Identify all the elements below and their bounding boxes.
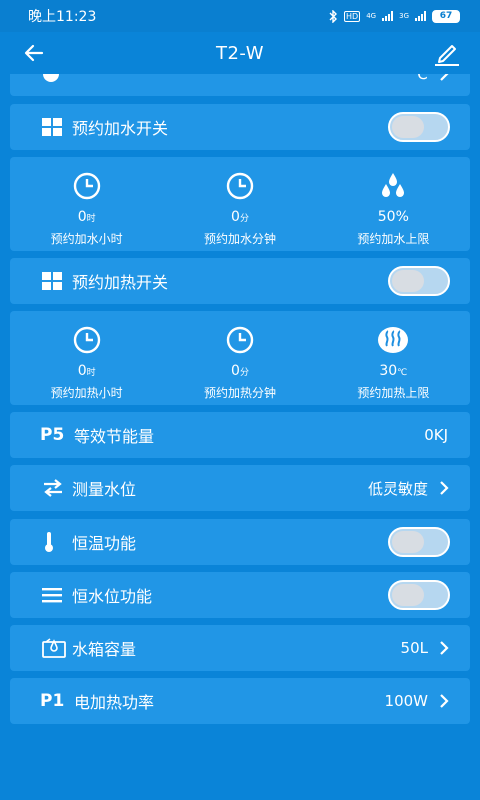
grid-icon [42,272,68,290]
status-icons: HD 4G 3G 67 [329,9,460,23]
tank-icon [42,638,68,658]
battery-indicator: 67 [432,9,460,23]
tank-capacity-value: 50L [400,639,428,657]
stat-unit: ℃ [397,368,408,378]
stat-caption: 预约加水上限 [357,232,430,246]
partial-row-value: ℃ [411,74,428,83]
stat-caption: 预约加水小时 [50,232,123,246]
water-level-value: 低灵敏度 [367,479,428,498]
clock-icon [226,326,254,354]
reserve-heat-switch-row: 预约加热开关 [10,258,470,304]
clock-icon [73,326,100,354]
energy-label: 等效节能量 [74,427,155,446]
row-icon [42,74,68,83]
status-time: 晚上11:23 [28,9,97,25]
grid-icon [42,118,68,136]
edit-pencil-icon[interactable] [432,38,462,68]
energy-value: 0KJ [424,426,448,444]
heater-power-row[interactable]: P1 电加热功率 100W [10,678,470,724]
reserve-water-toggle[interactable] [388,112,450,142]
heater-power-label: 电加热功率 [74,693,155,712]
reserve-heat-hour[interactable]: 0时 预约加热小时 [10,311,163,405]
thermostat-row: 恒温功能 [10,519,470,565]
heater-code: P1 [40,691,65,711]
reserve-water-limit[interactable]: 50% 预约加水上限 [317,157,470,251]
reserve-water-minute[interactable]: 0分 预约加水分钟 [163,157,316,251]
chevron-right-icon [440,694,449,708]
signal-icon-2 [415,11,426,21]
clock-icon [73,172,100,200]
constant-water-level-label: 恒水位功能 [72,587,153,606]
stat-unit: 时 [86,368,96,378]
app-bar: T2-W [0,32,480,74]
heat-icon [378,327,409,353]
thermostat-toggle[interactable] [388,527,450,557]
reserve-heat-stats-card: 0时 预约加热小时 0分 预约加热分钟 30℃ 预约加热上限 [10,311,470,405]
clock-icon [226,172,254,200]
stat-value: 30 [379,363,398,379]
water-drops-icon [382,173,405,197]
reserve-heat-toggle[interactable] [388,266,450,296]
constant-water-level-toggle[interactable] [388,580,450,610]
signal-icon [382,11,394,21]
reserve-water-switch-row: 预约加水开关 [10,104,470,150]
stat-caption: 预约加热上限 [357,386,430,400]
page-title: T2-W [215,42,264,64]
water-level-label: 测量水位 [72,480,137,499]
status-bar: 晚上11:23 HD 4G 3G 67 [0,0,480,32]
stat-value: 0 [77,363,87,379]
back-arrow-icon[interactable] [22,41,46,65]
hd-badge: HD [344,10,361,22]
toggle-knob [392,116,424,138]
constant-water-level-row: 恒水位功能 [10,572,470,618]
chevron-right-icon [440,74,449,81]
stat-unit: 时 [86,214,96,224]
thermometer-icon [42,531,68,553]
heater-power-value: 100W [384,692,428,710]
stat-caption: 预约加热小时 [50,386,123,400]
stat-unit: 分 [239,368,249,378]
stat-caption: 预约加热分钟 [203,386,276,400]
thermostat-label: 恒温功能 [72,534,137,553]
settings-list[interactable]: ℃ 预约加水开关 0时 预约加水小时 0分 预约加水分钟 50% 预约加水上限 … [0,74,480,800]
reserve-water-switch-label: 预约加水开关 [72,119,169,138]
network-3g-label: 3G [399,12,409,20]
toggle-knob [392,584,424,606]
stat-value: 0 [231,209,240,225]
partial-settings-row[interactable]: ℃ [10,74,470,96]
energy-code: P5 [40,425,65,445]
menu-lines-icon [42,587,68,603]
energy-saving-row[interactable]: P5 等效节能量 0KJ [10,412,470,458]
reserve-water-stats-card: 0时 预约加水小时 0分 预约加水分钟 50% 预约加水上限 [10,157,470,251]
reserve-water-hour[interactable]: 0时 预约加水小时 [10,157,163,251]
stat-unit: 分 [239,214,249,224]
chevron-right-icon [440,481,449,495]
swap-arrows-icon [42,479,68,497]
chevron-right-icon [440,641,449,655]
water-level-row[interactable]: 测量水位 低灵敏度 [10,465,470,511]
network-4g-label: 4G [366,12,377,20]
toggle-knob [392,270,424,292]
stat-value: 0 [77,209,87,225]
reserve-heat-minute[interactable]: 0分 预约加热分钟 [163,311,316,405]
reserve-heat-switch-label: 预约加热开关 [72,273,169,292]
tank-capacity-label: 水箱容量 [72,640,137,659]
tank-capacity-row[interactable]: 水箱容量 50L [10,625,470,671]
toggle-knob [392,531,424,553]
stat-value: 0 [231,363,240,379]
stat-value: 50% [377,209,409,225]
stat-caption: 预约加水分钟 [203,232,276,246]
reserve-heat-limit[interactable]: 30℃ 预约加热上限 [317,311,470,405]
bluetooth-icon [329,9,338,23]
